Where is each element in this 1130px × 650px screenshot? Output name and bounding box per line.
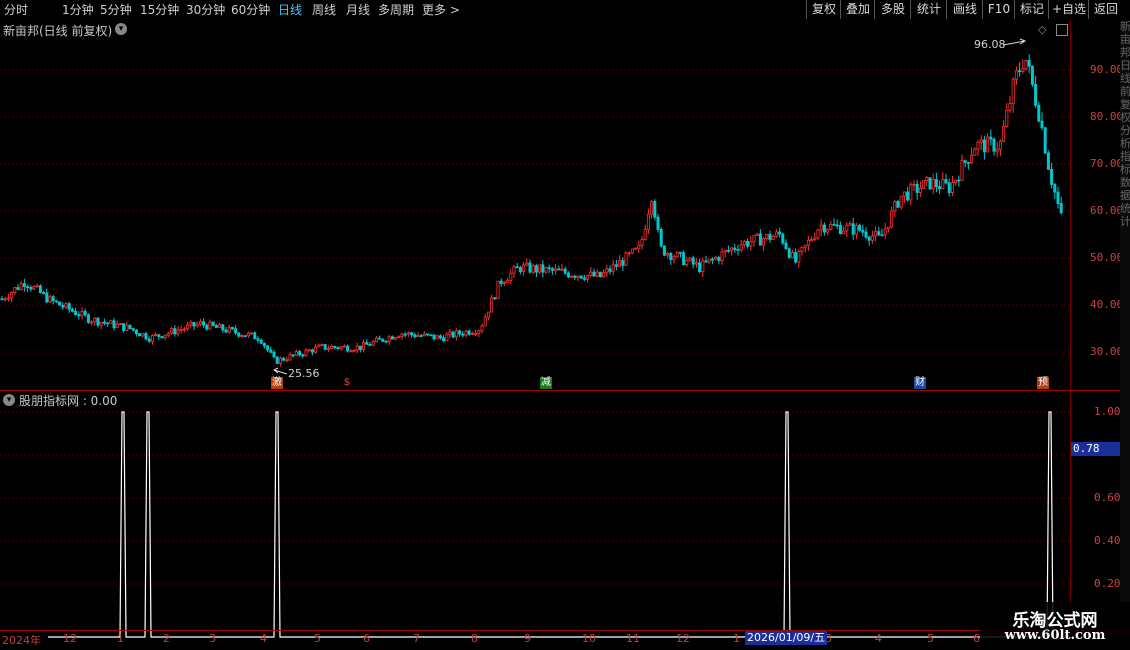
tab-daily[interactable]: 日线	[278, 2, 302, 18]
x-axis-label: 4	[875, 632, 882, 645]
f10-button[interactable]: F10	[982, 0, 1015, 19]
x-axis-label: 12	[676, 632, 690, 645]
x-axis-label: 4	[260, 632, 267, 645]
price-chart-panel[interactable]: 新亩邦(日线 前复权) ▾ ◇	[0, 20, 1070, 390]
chevron-down-icon[interactable]: ▾	[115, 23, 127, 35]
panel-toggle-icon[interactable]	[1056, 24, 1068, 36]
watermark-url: www.60lt.com	[1004, 628, 1106, 643]
price-tick: 70.00	[1090, 157, 1124, 170]
price-tick: 90.00	[1090, 63, 1124, 76]
x-axis-label: 1	[733, 632, 740, 645]
tab-15min[interactable]: 15分钟	[140, 2, 179, 18]
fuquan-button[interactable]: 复权	[806, 0, 841, 19]
tab-1min[interactable]: 1分钟	[62, 2, 94, 18]
back-button[interactable]: 返回	[1088, 0, 1123, 19]
event-badge[interactable]: 财	[914, 377, 926, 389]
tab-30min[interactable]: 30分钟	[186, 2, 225, 18]
x-axis-divider	[0, 630, 1130, 631]
price-tick: 80.00	[1090, 110, 1124, 123]
indicator-tick: 1.00	[1094, 405, 1121, 418]
x-axis-label: 2	[163, 632, 170, 645]
diamond-icon[interactable]: ◇	[1038, 23, 1046, 36]
tab-weekly[interactable]: 周线	[312, 2, 336, 18]
x-axis-label: 11	[626, 632, 640, 645]
x-axis-label: 6	[363, 632, 370, 645]
mark-button[interactable]: 标记	[1014, 0, 1049, 19]
price-tick: 50.00	[1090, 251, 1124, 264]
tab-5min[interactable]: 5分钟	[100, 2, 132, 18]
event-badge[interactable]: $	[341, 377, 353, 389]
x-axis-label: 9	[524, 632, 531, 645]
x-axis-label: 3	[209, 632, 216, 645]
tab-monthly[interactable]: 月线	[346, 2, 370, 18]
tab-60min[interactable]: 60分钟	[231, 2, 270, 18]
add-watchlist-button[interactable]: +自选	[1048, 0, 1089, 19]
indicator-title: 股朋指标网 : 0.00	[19, 394, 118, 408]
cursor-date-chip: 2026/01/09/五	[745, 631, 828, 645]
x-axis-label: 12	[63, 632, 77, 645]
tab-more[interactable]: 更多 >	[422, 2, 460, 18]
event-badge[interactable]: 激	[271, 377, 283, 389]
x-axis-label: 1	[117, 632, 124, 645]
chevron-down-icon[interactable]: ▾	[3, 394, 15, 406]
low-price-label: 25.56	[288, 367, 320, 380]
tab-fenshi[interactable]: 分时	[4, 2, 28, 18]
multi-stock-button[interactable]: 多股	[874, 0, 911, 19]
chevron-right-icon: >	[446, 3, 460, 17]
x-axis-label: 2024年	[2, 634, 41, 647]
x-axis-label: 10	[582, 632, 596, 645]
high-price-label: 96.08	[974, 38, 1006, 51]
x-axis-label: 6	[973, 632, 980, 645]
side-info-strip[interactable]: 新亩邦日线前复权分析指标数据统计	[1120, 20, 1130, 630]
indicator-tick: 0.60	[1094, 491, 1121, 504]
period-toolbar: 分时 1分钟 5分钟 15分钟 30分钟 60分钟 日线 周线 月线 多周期 更…	[0, 0, 1130, 20]
indicator-tick: 0.20	[1094, 577, 1121, 590]
chart-title: 新亩邦(日线 前复权)	[3, 24, 113, 38]
price-tick: 30.00	[1090, 345, 1124, 358]
price-tick: 60.00	[1090, 204, 1124, 217]
overlay-button[interactable]: 叠加	[840, 0, 875, 19]
event-badge[interactable]: 减	[540, 377, 552, 389]
watermark: 乐淘公式网 www.60lt.com	[980, 602, 1130, 650]
indicator-tick: 0.40	[1094, 534, 1121, 547]
tab-multi-period[interactable]: 多周期	[378, 2, 414, 18]
x-axis-label: 5	[314, 632, 321, 645]
event-badge[interactable]: 预	[1037, 377, 1049, 389]
x-axis-label: 8	[471, 632, 478, 645]
price-axis-divider	[1070, 20, 1071, 632]
x-axis-label: 7	[413, 632, 420, 645]
draw-line-button[interactable]: 画线	[946, 0, 983, 19]
stats-button[interactable]: 统计	[910, 0, 947, 19]
indicator-value-marker: 0.78	[1071, 442, 1121, 456]
x-axis-label: 5	[927, 632, 934, 645]
indicator-panel[interactable]: ▾ 股朋指标网 : 0.00	[0, 391, 1070, 629]
price-tick: 40.00	[1090, 298, 1124, 311]
